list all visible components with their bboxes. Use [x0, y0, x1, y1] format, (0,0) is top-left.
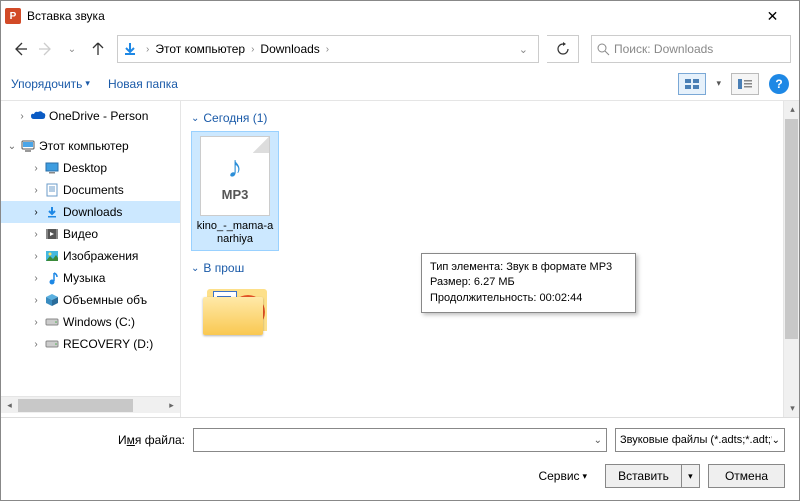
- sidebar-label: Видео: [63, 227, 98, 241]
- up-button[interactable]: [87, 38, 109, 60]
- chevron-down-icon: ⌄: [772, 435, 780, 446]
- file-type-label: Звуковые файлы (*.adts;*.adt;*.: [620, 434, 772, 446]
- recent-dropdown[interactable]: ⌄: [61, 38, 83, 60]
- downloads-icon: [43, 204, 61, 220]
- scroll-down-arrow[interactable]: ▾: [784, 400, 799, 417]
- file-type-select[interactable]: Звуковые файлы (*.adts;*.adt;*. ⌄: [615, 428, 785, 452]
- sidebar: › OneDrive - Person ⌄ Этот компьютер › D…: [1, 101, 181, 417]
- scroll-up-arrow[interactable]: ▴: [784, 101, 799, 118]
- file-tooltip: Тип элемента: Звук в формате MP3 Размер:…: [421, 253, 636, 313]
- help-button[interactable]: ?: [769, 74, 789, 94]
- sidebar-item-onedrive[interactable]: › OneDrive - Person: [1, 105, 180, 127]
- sidebar-item-pictures[interactable]: › Изображения: [1, 245, 180, 267]
- refresh-button[interactable]: [547, 35, 579, 63]
- content-v-scrollbar[interactable]: ▴ ▾: [783, 101, 799, 417]
- titlebar: P Вставка звука ✕: [1, 1, 799, 31]
- view-large-icons[interactable]: [678, 73, 706, 95]
- view-dropdown[interactable]: ▾: [716, 78, 721, 89]
- sidebar-h-scrollbar[interactable]: ◂ ▸: [1, 396, 180, 413]
- onedrive-icon: [29, 108, 47, 124]
- back-button[interactable]: [9, 38, 31, 60]
- pc-icon: [19, 138, 37, 154]
- sidebar-label: Windows (C:): [63, 315, 135, 329]
- sidebar-label: OneDrive - Person: [49, 109, 148, 123]
- music-icon: [43, 270, 61, 286]
- sidebar-label: Музыка: [63, 271, 105, 285]
- insert-button[interactable]: Вставить ▾: [605, 464, 700, 488]
- downloads-icon: [122, 41, 138, 57]
- chevron-right-icon: ›: [142, 44, 153, 55]
- sidebar-label: RECOVERY (D:): [63, 337, 153, 351]
- tooltip-duration: Продолжительность: 00:02:44: [430, 291, 627, 306]
- sidebar-label: Изображения: [63, 249, 138, 263]
- sidebar-item-desktop[interactable]: › Desktop: [1, 157, 180, 179]
- sidebar-label: Desktop: [63, 161, 107, 175]
- filename-input[interactable]: ⌄: [193, 428, 607, 452]
- drive-icon: [43, 336, 61, 352]
- forward-button[interactable]: [35, 38, 57, 60]
- pictures-icon: [43, 248, 61, 264]
- cancel-button[interactable]: Отмена: [708, 464, 785, 488]
- folder-item[interactable]: [203, 281, 273, 341]
- videos-icon: [43, 226, 61, 242]
- insert-label: Вставить: [606, 465, 681, 487]
- sidebar-label: Documents: [63, 183, 124, 197]
- desktop-icon: [43, 160, 61, 176]
- file-item-mp3[interactable]: ♪ MP3 kino_-_mama-anarhiya: [191, 131, 279, 251]
- toolbar: Упорядочить▾ Новая папка ▾ ?: [1, 67, 799, 101]
- organize-menu[interactable]: Упорядочить▾: [11, 77, 90, 91]
- sidebar-item-downloads[interactable]: › Downloads: [1, 201, 180, 223]
- window-title: Вставка звука: [27, 9, 750, 23]
- new-folder-button[interactable]: Новая папка: [108, 77, 178, 91]
- documents-icon: [43, 182, 61, 198]
- scroll-thumb[interactable]: [785, 119, 798, 339]
- close-button[interactable]: ✕: [750, 1, 795, 31]
- sidebar-item-3d[interactable]: › Объемные объ: [1, 289, 180, 311]
- sidebar-label: Downloads: [63, 205, 122, 219]
- search-icon: [596, 42, 610, 56]
- group-today[interactable]: ⌄ Сегодня (1): [191, 111, 789, 125]
- tooltip-type: Тип элемента: Звук в формате MP3: [430, 260, 627, 275]
- file-list: ⌄ Сегодня (1) ♪ MP3 kino_-_mama-anarhiya…: [181, 101, 799, 417]
- sidebar-item-documents[interactable]: › Documents: [1, 179, 180, 201]
- search-placeholder: Поиск: Downloads: [614, 42, 713, 56]
- nav-bar: ⌄ › Этот компьютер› Downloads› ⌄ Поиск: …: [1, 31, 799, 67]
- sidebar-item-this-pc[interactable]: ⌄ Этот компьютер: [1, 135, 180, 157]
- chevron-down-icon: ⌄: [191, 263, 199, 274]
- address-bar[interactable]: › Этот компьютер› Downloads› ⌄: [117, 35, 539, 63]
- sidebar-label: Объемные объ: [63, 293, 147, 307]
- filename-dropdown-icon[interactable]: ⌄: [594, 435, 602, 446]
- tools-menu[interactable]: Сервис▾: [538, 469, 587, 483]
- cube-icon: [43, 292, 61, 308]
- address-dropdown[interactable]: ⌄: [513, 43, 534, 56]
- view-details[interactable]: [731, 73, 759, 95]
- breadcrumb-root[interactable]: Этот компьютер›: [153, 42, 258, 56]
- tooltip-size: Размер: 6.27 МБ: [430, 275, 627, 290]
- search-input[interactable]: Поиск: Downloads: [591, 35, 791, 63]
- sidebar-item-videos[interactable]: › Видео: [1, 223, 180, 245]
- scroll-left-arrow[interactable]: ◂: [1, 397, 18, 414]
- sidebar-item-drive-c[interactable]: › Windows (C:): [1, 311, 180, 333]
- chevron-down-icon: ⌄: [191, 113, 199, 124]
- scroll-thumb[interactable]: [18, 399, 133, 412]
- sidebar-label: Этот компьютер: [39, 139, 129, 153]
- mp3-file-icon: ♪ MP3: [200, 136, 270, 216]
- breadcrumb-folder[interactable]: Downloads›: [258, 42, 333, 56]
- dialog-footer: Имя файла: ⌄ Звуковые файлы (*.adts;*.ad…: [1, 417, 799, 498]
- sidebar-item-music[interactable]: › Музыка: [1, 267, 180, 289]
- drive-icon: [43, 314, 61, 330]
- insert-dropdown[interactable]: ▾: [681, 465, 699, 487]
- app-icon: P: [5, 8, 21, 24]
- filename-label: Имя файла:: [15, 433, 185, 447]
- file-name: kino_-_mama-anarhiya: [196, 220, 274, 246]
- scroll-right-arrow[interactable]: ▸: [163, 397, 180, 414]
- sidebar-item-drive-d[interactable]: › RECOVERY (D:): [1, 333, 180, 355]
